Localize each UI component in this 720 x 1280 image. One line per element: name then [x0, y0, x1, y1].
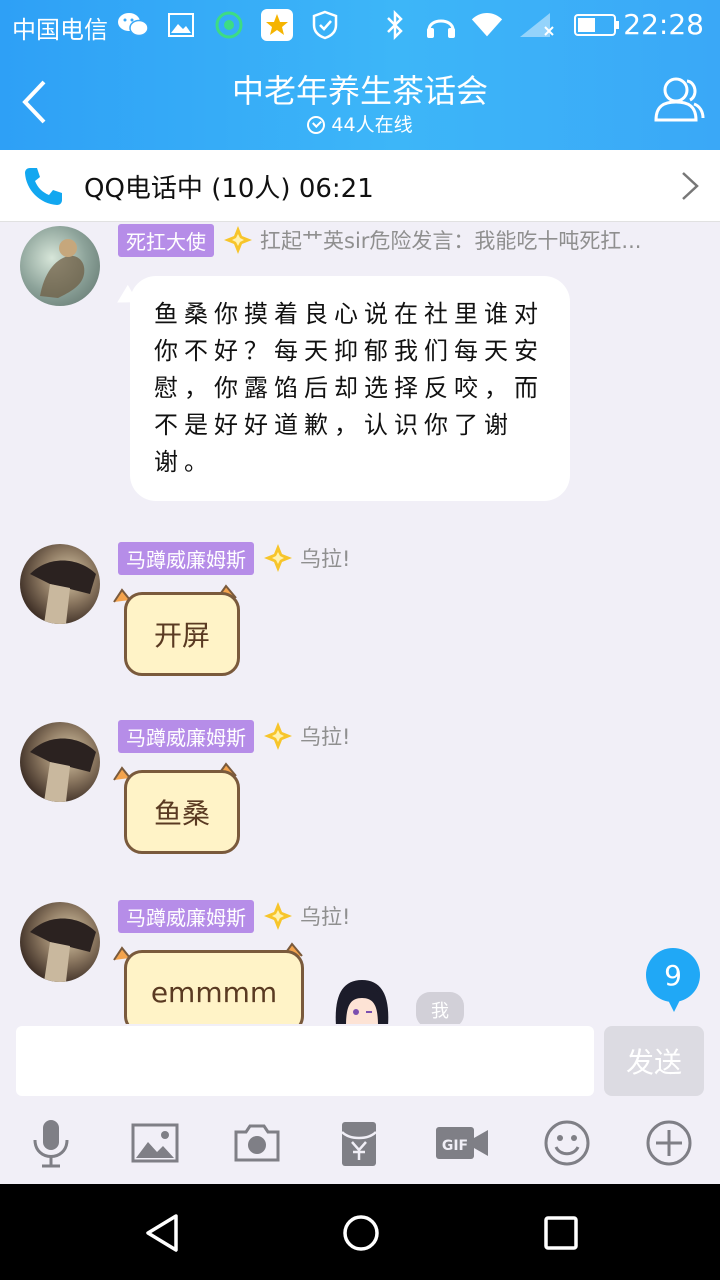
- message-header: 马蹲威廉姆斯 乌拉!: [118, 719, 351, 753]
- clock: 22:28: [623, 8, 704, 41]
- send-button[interactable]: 发送: [604, 1026, 704, 1096]
- system-nav-bar: [0, 1184, 720, 1280]
- qq-call-bar[interactable]: QQ电话中 (10人) 06:21: [0, 150, 720, 222]
- level-star-icon: [264, 544, 292, 572]
- group-title[interactable]: 中老年养生茶话会: [0, 66, 720, 112]
- plus-icon[interactable]: [644, 1118, 694, 1168]
- cat-sticker-bubble[interactable]: 开屏: [112, 584, 244, 684]
- sender-nickname: 乌拉!: [300, 725, 351, 749]
- message-header: 马蹲威廉姆斯 乌拉!: [118, 541, 351, 575]
- avatar[interactable]: [20, 722, 100, 802]
- member-title-tag: 马蹲威廉姆斯: [118, 899, 254, 933]
- svg-text:GIF: GIF: [442, 1138, 468, 1154]
- member-title-tag: 死扛大使: [118, 223, 214, 257]
- message-bubble[interactable]: 鱼桑你摸着良心说在社里谁对你不好？每天抑郁我们每天安慰，你露馅后却选择反咬，而不…: [130, 276, 570, 501]
- emoji-icon[interactable]: [542, 1118, 592, 1168]
- bluetooth-icon: [378, 8, 412, 42]
- cat-sticker-bubble[interactable]: 鱼桑: [112, 762, 244, 862]
- gallery-icon: [164, 8, 198, 42]
- unread-count-badge[interactable]: 9: [646, 948, 700, 1012]
- top-bar: 中国电信 22:28 中老年养生茶话会 44人在线: [0, 0, 720, 150]
- headphones-icon: [424, 8, 458, 42]
- avatar[interactable]: [20, 544, 100, 624]
- mic-icon[interactable]: [26, 1118, 76, 1168]
- sender-nickname: 乌拉!: [300, 905, 351, 929]
- star-app-icon: [260, 8, 294, 42]
- home-nav-icon[interactable]: [340, 1212, 382, 1254]
- app-icon: [212, 8, 246, 42]
- input-toolbar: GIF: [0, 1118, 720, 1172]
- avatar[interactable]: [20, 902, 100, 982]
- gif-icon[interactable]: GIF: [434, 1118, 490, 1168]
- system-icons: [378, 8, 622, 42]
- camera-icon[interactable]: [232, 1118, 282, 1168]
- back-nav-icon[interactable]: [142, 1212, 184, 1254]
- member-title-tag: 马蹲威廉姆斯: [118, 541, 254, 575]
- me-label[interactable]: 我: [416, 992, 464, 1024]
- message-input[interactable]: [16, 1026, 594, 1096]
- cat-bubble-text: 鱼桑: [124, 770, 240, 854]
- member-title-tag: 马蹲威廉姆斯: [118, 719, 254, 753]
- sender-nickname: 扛起艹英sir危险发言：我能吃十吨死扛...: [260, 229, 642, 253]
- cat-bubble-text: 开屏: [124, 592, 240, 676]
- carrier-label: 中国电信: [12, 16, 108, 44]
- level-star-icon: [224, 226, 252, 254]
- chat-message: 马蹲威廉姆斯 乌拉! 鱼桑: [0, 719, 720, 870]
- online-count: 44人在线: [0, 110, 720, 137]
- chat-list[interactable]: 死扛大使 扛起艹英sir危险发言：我能吃十吨死扛... 鱼桑你摸着良心说在社里谁…: [0, 222, 720, 1024]
- message-header: 马蹲威廉姆斯 乌拉!: [118, 899, 351, 933]
- user-group-icon: [654, 77, 705, 122]
- red-packet-icon[interactable]: [334, 1118, 384, 1168]
- recents-nav-icon[interactable]: [540, 1212, 582, 1254]
- check-circle-icon: [307, 116, 326, 134]
- phone-icon: [25, 168, 62, 205]
- online-count-label: 44人在线: [331, 114, 413, 136]
- chat-message: 马蹲威廉姆斯 乌拉! 开屏: [0, 541, 720, 692]
- signal-icon: [516, 8, 560, 42]
- level-star-icon: [264, 722, 292, 750]
- vpn-icon: [308, 8, 342, 42]
- call-status-text: QQ电话中 (10人) 06:21: [84, 174, 374, 204]
- chat-message: 死扛大使 扛起艹英sir危险发言：我能吃十吨死扛... 鱼桑你摸着良心说在社里谁…: [0, 223, 720, 504]
- status-bar: 中国电信 22:28: [0, 0, 720, 52]
- cat-bubble-text: emmmm: [124, 950, 304, 1024]
- group-members-button[interactable]: [650, 72, 706, 128]
- battery-icon: [572, 8, 622, 42]
- input-bar: 发送 GIF: [0, 1024, 720, 1184]
- level-star-icon: [264, 902, 292, 930]
- avatar[interactable]: [20, 226, 100, 306]
- wechat-icon: [116, 8, 150, 42]
- mascot-girl-icon: [335, 980, 389, 1024]
- title-bar: 中老年养生茶话会 44人在线: [0, 52, 720, 150]
- image-icon[interactable]: [130, 1118, 180, 1168]
- chevron-right-icon: [682, 172, 699, 200]
- notification-icons: [116, 8, 342, 42]
- cat-sticker-bubble[interactable]: emmmm: [112, 942, 310, 1024]
- message-header: 死扛大使 扛起艹英sir危险发言：我能吃十吨死扛...: [118, 223, 642, 257]
- sender-nickname: 乌拉!: [300, 547, 351, 571]
- wifi-icon: [470, 8, 504, 42]
